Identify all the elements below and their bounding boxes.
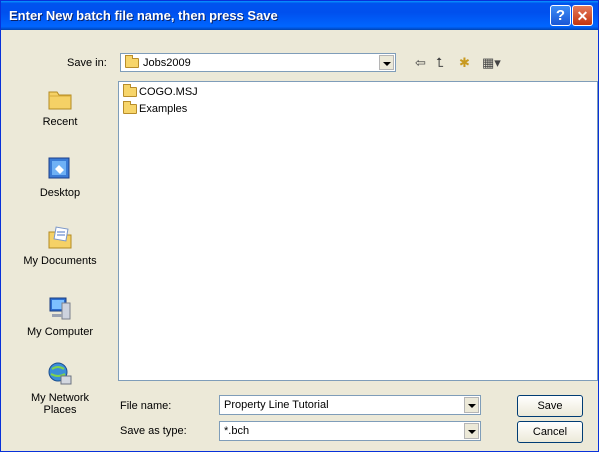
list-item[interactable]: COGO.MSJ [123, 84, 198, 98]
save-in-value: Jobs2009 [143, 57, 191, 69]
place-desktop-label: Desktop [39, 187, 81, 199]
views-menu-icon[interactable]: ▦▾ [482, 55, 501, 71]
place-my-documents-label: My Documents [23, 255, 97, 267]
file-name-dropdown-button[interactable] [464, 397, 479, 413]
close-button[interactable]: ✕ [572, 5, 593, 26]
save-type-select[interactable]: *.bch [219, 421, 481, 441]
network-globe-icon [46, 360, 74, 388]
my-computer-icon [46, 294, 74, 322]
place-my-computer[interactable]: My Computer [9, 294, 111, 338]
my-documents-icon [46, 223, 74, 251]
list-item[interactable]: Examples [123, 101, 188, 115]
title-bar[interactable]: Enter New batch file name, then press Sa… [1, 1, 598, 30]
desktop-icon [46, 155, 74, 183]
place-my-computer-label: My Computer [26, 326, 94, 338]
up-folder-icon[interactable]: ⮤ [436, 55, 444, 71]
folder-icon [123, 84, 137, 98]
dialog-title: Enter New batch file name, then press Sa… [9, 8, 278, 23]
place-recent-label: Recent [42, 116, 78, 128]
save-in-combo[interactable]: Jobs2009 [120, 53, 396, 72]
place-my-network[interactable]: My Network Places [9, 360, 111, 416]
save-in-dropdown-button[interactable] [379, 55, 394, 70]
recent-folder-icon [46, 84, 74, 112]
save-type-value: *.bch [224, 425, 250, 437]
save-type-label: Save as type: [120, 425, 187, 437]
place-recent[interactable]: Recent [9, 84, 111, 128]
file-name-label: File name: [120, 400, 172, 412]
save-type-dropdown-button[interactable] [464, 423, 479, 439]
folder-icon [123, 101, 137, 115]
file-name: COGO.MSJ [139, 86, 198, 98]
places-bar: Recent Desktop My Documents My Computer … [9, 78, 111, 438]
help-button[interactable]: ? [550, 5, 571, 26]
place-my-network-label: My Network Places [30, 392, 90, 416]
place-my-documents[interactable]: My Documents [9, 223, 111, 267]
file-name-value: Property Line Tutorial [224, 399, 329, 411]
file-list[interactable]: COGO.MSJ Examples [118, 81, 598, 381]
file-name-input[interactable]: Property Line Tutorial [219, 395, 481, 415]
save-in-label: Save in: [67, 57, 107, 69]
save-dialog: Enter New batch file name, then press Sa… [0, 0, 599, 452]
save-button[interactable]: Save [517, 395, 583, 417]
back-icon[interactable]: ⇦ [415, 55, 426, 71]
cancel-button[interactable]: Cancel [517, 421, 583, 443]
folder-icon [125, 55, 139, 68]
new-folder-icon[interactable]: ✱ [459, 55, 470, 71]
place-desktop[interactable]: Desktop [9, 155, 111, 199]
file-name: Examples [139, 103, 188, 115]
